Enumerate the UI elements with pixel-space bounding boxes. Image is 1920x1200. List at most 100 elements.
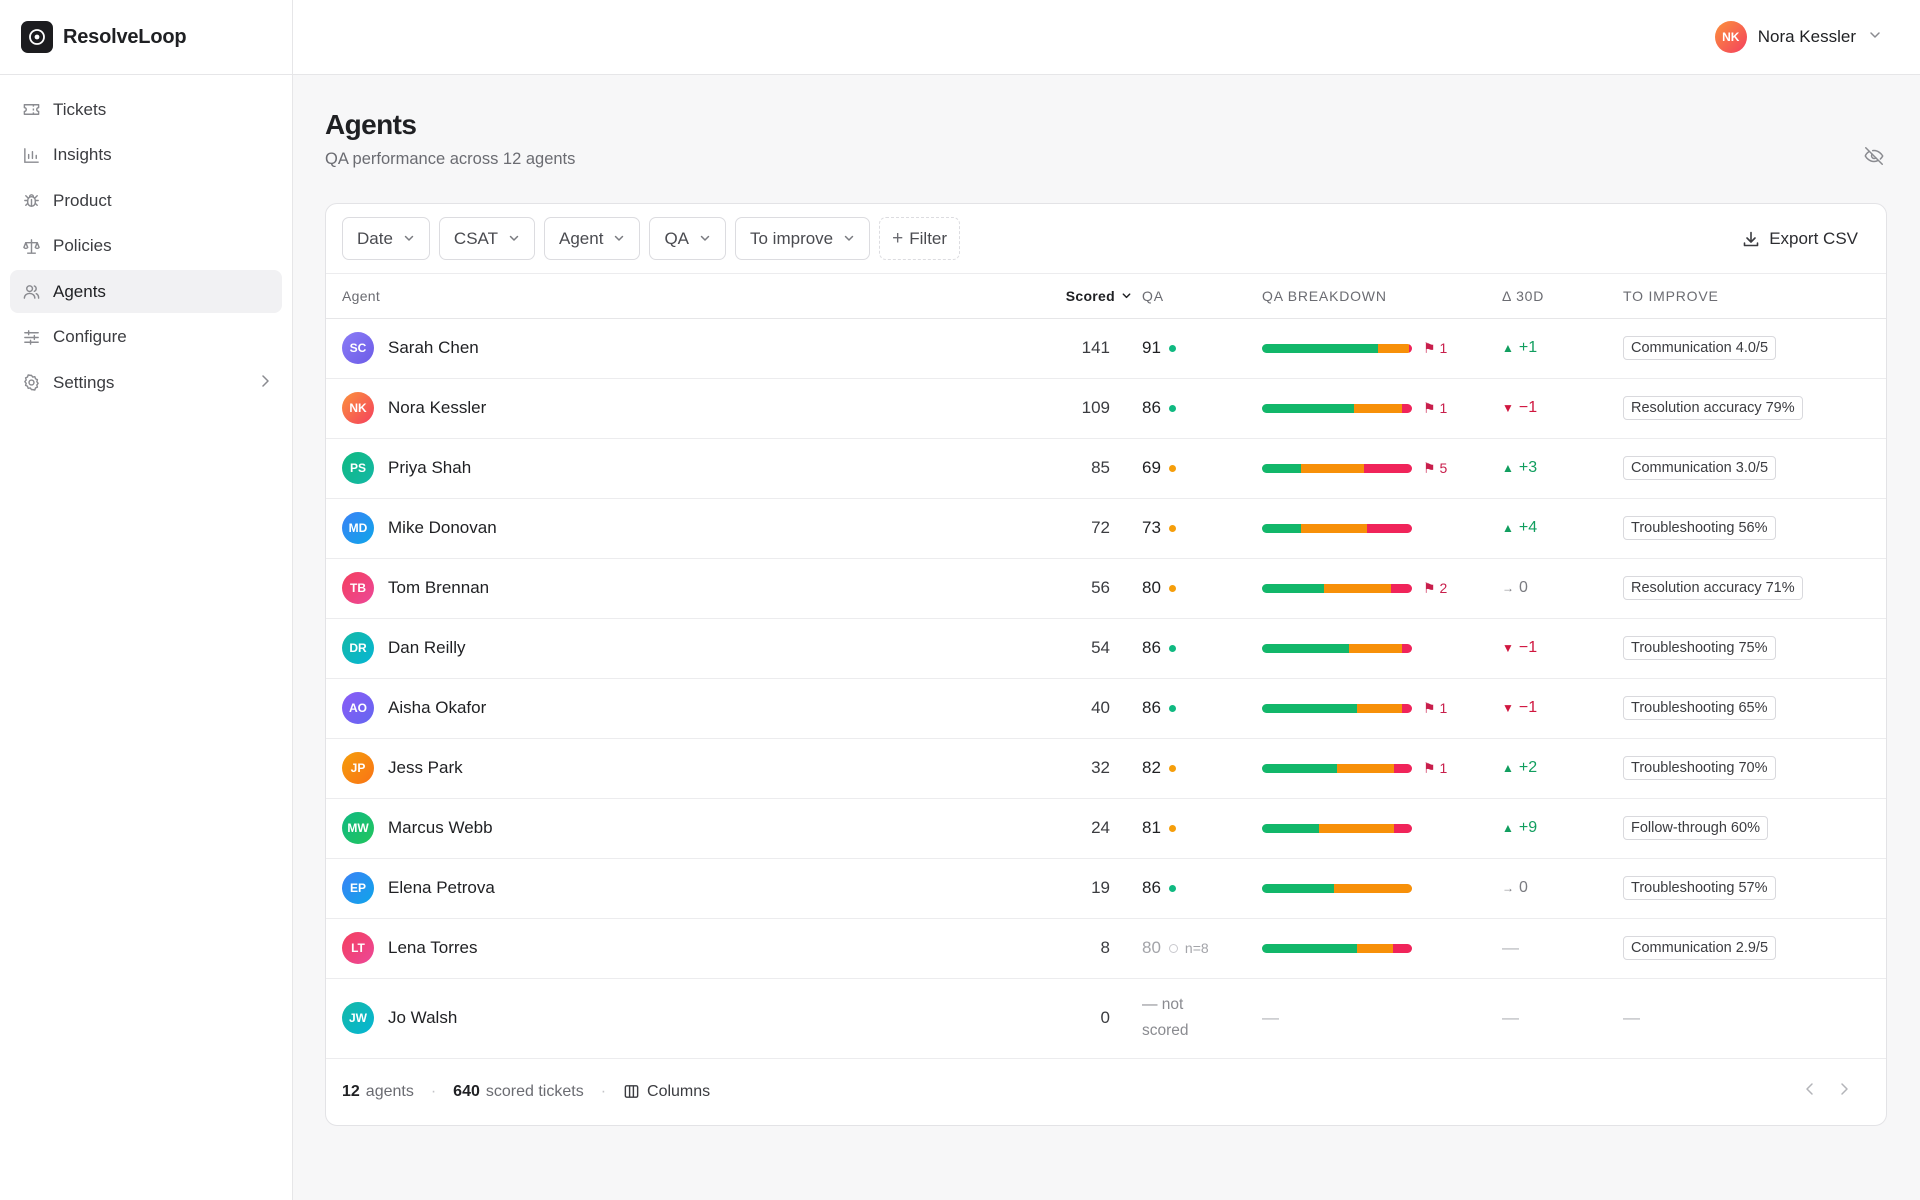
filter-csat[interactable]: CSAT — [438, 217, 535, 260]
agent-name[interactable]: Jo Walsh — [388, 1008, 457, 1028]
sidebar-item-settings[interactable]: Settings — [10, 361, 282, 404]
flag-count[interactable]: ⚑ 1 — [1423, 760, 1447, 777]
improve-tag[interactable]: Troubleshooting 75% — [1623, 636, 1776, 660]
improve-tag[interactable]: Communication 2.9/5 — [1623, 936, 1777, 960]
qa-breakdown — [1262, 643, 1502, 653]
add-filter-button[interactable]: + Filter — [879, 217, 961, 260]
flag-count[interactable]: ⚑ 1 — [1423, 700, 1447, 717]
page-content: Agents QA performance across 12 agents D… — [293, 75, 1920, 1126]
filter-qa[interactable]: QA — [649, 217, 726, 260]
agent-name[interactable]: Sarah Chen — [388, 338, 479, 358]
bar-segment-good — [1262, 883, 1334, 893]
flag-count[interactable]: ⚑ 1 — [1423, 340, 1447, 357]
table-row[interactable]: LT Lena Torres 8 80 n=8 — Communication 2.9/5 — [326, 918, 1886, 979]
table-row[interactable]: AO Aisha Okafor 40 86 ⚑ 1 ▼ −1 Troubleshooting … — [326, 678, 1886, 739]
prev-page-icon[interactable] — [1804, 1082, 1816, 1101]
qa-breakdown-bar[interactable] — [1262, 643, 1412, 653]
agent-name[interactable]: Jess Park — [388, 758, 463, 778]
table-row[interactable]: MD Mike Donovan 72 73 ▲ +4 Troubleshooting 56% — [326, 498, 1886, 559]
sidebar-item-configure[interactable]: Configure — [10, 316, 282, 359]
improve-tag[interactable]: Communication 4.0/5 — [1623, 336, 1777, 360]
filter-to-improve[interactable]: To improve — [735, 217, 871, 260]
agent-name[interactable]: Marcus Webb — [388, 818, 493, 838]
table-row[interactable]: MW Marcus Webb 24 81 ▲ +9 Follow-through 60% — [326, 798, 1886, 859]
filter-date[interactable]: Date — [342, 217, 430, 260]
agent-name[interactable]: Nora Kessler — [388, 398, 486, 418]
header-scored[interactable]: Scored — [1026, 274, 1142, 319]
header-delta-30d[interactable]: Δ 30D — [1502, 274, 1623, 319]
flag-count[interactable]: ⚑ 2 — [1423, 580, 1447, 597]
table-row[interactable]: EP Elena Petrova 19 86 → 0 Troubleshooting 57% — [326, 858, 1886, 919]
columns-button[interactable]: Columns — [623, 1083, 710, 1101]
sidebar-item-policies[interactable]: Policies — [10, 225, 282, 268]
qa-breakdown-bar[interactable] — [1262, 343, 1412, 353]
agent-name[interactable]: Aisha Okafor — [388, 698, 486, 718]
sidebar-item-agents[interactable]: Agents — [10, 270, 282, 313]
qa-breakdown-bar[interactable] — [1262, 523, 1412, 533]
improve-tag[interactable]: Resolution accuracy 71% — [1623, 576, 1803, 600]
agent-avatar: DR — [342, 632, 374, 664]
table-row[interactable]: SC Sarah Chen 141 91 ⚑ 1 ▲ +1 Communication 4.0… — [326, 318, 1886, 379]
user-menu[interactable]: NK Nora Kessler — [1714, 21, 1882, 53]
sidebar-item-label: Tickets — [53, 99, 107, 119]
header-agent[interactable]: Agent — [326, 274, 1026, 319]
delta-value: → 0 — [1502, 579, 1623, 597]
qa-breakdown-bar[interactable] — [1262, 403, 1412, 413]
qa-breakdown-bar[interactable] — [1262, 883, 1412, 893]
cell-to-improve: Troubleshooting 65% — [1623, 678, 1886, 739]
brand[interactable]: ResolveLoop — [0, 0, 292, 75]
table-row[interactable]: NK Nora Kessler 109 86 ⚑ 1 ▼ −1 Resolution accu… — [326, 378, 1886, 439]
table-row[interactable]: PS Priya Shah 85 69 ⚑ 5 ▲ +3 Communication 3.0/… — [326, 438, 1886, 499]
improve-tag[interactable]: Troubleshooting 65% — [1623, 696, 1776, 720]
bug-icon — [21, 190, 42, 211]
table-row[interactable]: TB Tom Brennan 56 80 ⚑ 2 → 0 Resolution accurac… — [326, 558, 1886, 619]
agent-name[interactable]: Priya Shah — [388, 458, 471, 478]
qa-breakdown-bar[interactable] — [1262, 763, 1412, 773]
improve-tag[interactable]: Troubleshooting 57% — [1623, 876, 1776, 900]
table-row[interactable]: JW Jo Walsh 0— not scored — — — — [326, 978, 1886, 1059]
qa-breakdown-bar[interactable] — [1262, 463, 1412, 473]
filter-agent[interactable]: Agent — [544, 217, 641, 260]
export-csv-button[interactable]: Export CSV — [1742, 229, 1858, 249]
page-subtitle: QA performance across 12 agents — [325, 150, 576, 168]
sidebar-item-tickets[interactable]: Tickets — [10, 88, 282, 131]
improve-tag[interactable]: Follow-through 60% — [1623, 816, 1768, 840]
qa-breakdown-bar[interactable] — [1262, 823, 1412, 833]
agent-name[interactable]: Mike Donovan — [388, 518, 497, 538]
improve-tag[interactable]: Troubleshooting 56% — [1623, 516, 1776, 540]
trend-up-icon: ▲ — [1502, 521, 1514, 535]
bar-segment-warn — [1301, 523, 1367, 533]
cell-qa: 81 — [1142, 798, 1262, 859]
agent-name[interactable]: Elena Petrova — [388, 878, 495, 898]
agent-name[interactable]: Tom Brennan — [388, 578, 489, 598]
eye-off-icon[interactable] — [1863, 145, 1885, 172]
agent-name[interactable]: Lena Torres — [388, 938, 477, 958]
qa-value: 86 — [1142, 698, 1161, 717]
improve-tag[interactable]: Communication 3.0/5 — [1623, 456, 1777, 480]
improve-tag[interactable]: Resolution accuracy 79% — [1623, 396, 1803, 420]
cell-agent: TB Tom Brennan — [326, 558, 1026, 619]
delta-number: 0 — [1519, 879, 1528, 896]
agent-avatar: TB — [342, 572, 374, 604]
sidebar-item-label: Product — [53, 190, 112, 210]
agent-name[interactable]: Dan Reilly — [388, 638, 465, 658]
header-qa[interactable]: QA — [1142, 274, 1262, 319]
sidebar-item-product[interactable]: Product — [10, 179, 282, 222]
next-page-icon[interactable] — [1838, 1082, 1850, 1101]
flag-count[interactable]: ⚑ 1 — [1423, 400, 1447, 417]
add-filter-label: Filter — [909, 228, 948, 248]
table-row[interactable]: DR Dan Reilly 54 86 ▼ −1 Troubleshooting 75% — [326, 618, 1886, 679]
delta-number: −1 — [1518, 699, 1538, 716]
qa-breakdown-bar[interactable] — [1262, 703, 1412, 713]
qa-breakdown-bar[interactable] — [1262, 583, 1412, 593]
flag-icon: ⚑ — [1423, 459, 1436, 476]
cell-qa: 69 — [1142, 438, 1262, 499]
qa-breakdown-bar[interactable] — [1262, 943, 1412, 953]
improve-tag[interactable]: Troubleshooting 70% — [1623, 756, 1776, 780]
cell-qa-breakdown: — — [1262, 978, 1502, 1059]
agent-avatar: MD — [342, 512, 374, 544]
flag-count[interactable]: ⚑ 5 — [1423, 460, 1447, 477]
table-row[interactable]: JP Jess Park 32 82 ⚑ 1 ▲ +2 Troubleshooting 70% — [326, 738, 1886, 799]
sort-desc-icon — [1121, 288, 1132, 304]
sidebar-item-insights[interactable]: Insights — [10, 134, 282, 177]
